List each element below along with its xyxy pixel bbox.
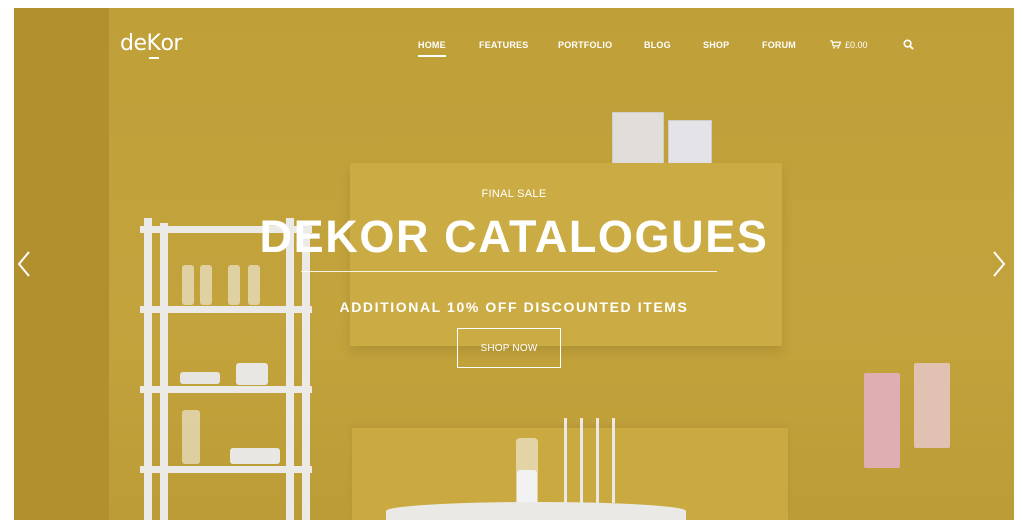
caption-divider: [301, 271, 717, 272]
nav-item-features[interactable]: FEATURES: [479, 40, 528, 50]
logo-part: or: [160, 31, 182, 56]
hero-slider: deKor HOME FEATURES PORTFOLIO BLOG SHOP …: [14, 8, 1014, 520]
site-logo[interactable]: deKor: [120, 31, 182, 56]
slide-subline: ADDITIONAL 10% OFF DISCOUNTED ITEMS: [339, 299, 689, 315]
logo-part: de: [120, 31, 147, 56]
slide-headline: DEKOR CATALOGUES: [259, 211, 769, 262]
cart-icon: [830, 40, 841, 49]
hero-overlay: [14, 8, 1014, 520]
nav-item-home[interactable]: HOME: [418, 40, 446, 57]
nav-item-shop[interactable]: SHOP: [703, 40, 729, 50]
nav-item-portfolio[interactable]: PORTFOLIO: [558, 40, 612, 50]
slide-kicker: FINAL SALE: [481, 188, 547, 200]
cart-link[interactable]: £0.00: [830, 40, 868, 50]
nav-item-forum[interactable]: FORUM: [762, 40, 796, 50]
search-icon[interactable]: [903, 39, 914, 50]
shop-now-button[interactable]: SHOP NOW: [457, 328, 561, 368]
nav-item-blog[interactable]: BLOG: [644, 40, 671, 50]
cart-total: £0.00: [845, 40, 868, 50]
logo-part: K: [146, 31, 161, 56]
